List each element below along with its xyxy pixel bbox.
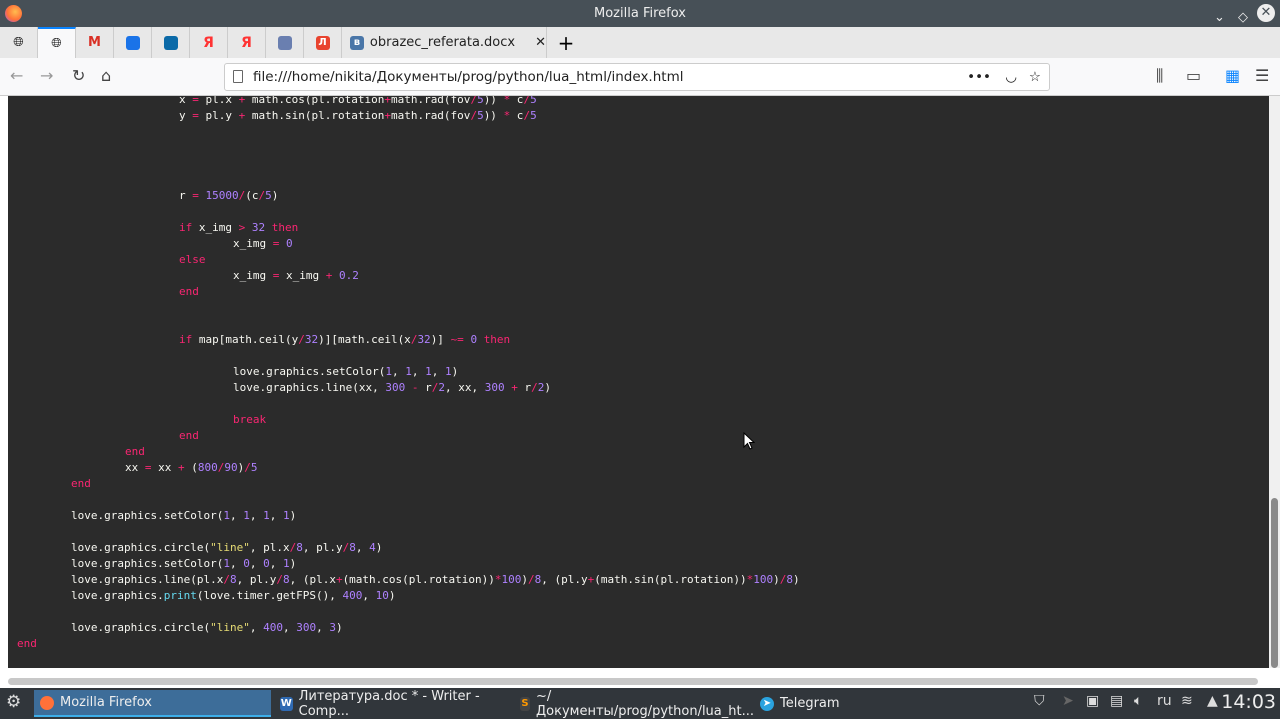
code-line: x = pl.x + math.cos(pl.rotation+math.rad… (179, 96, 537, 106)
tab-strip: 🌐︎ 🌐︎ M Я Я Л в obrazec_referata.docx ✕ … (0, 27, 1280, 58)
horizontal-scrollbar[interactable] (8, 678, 1258, 685)
code-line: love.graphics.setColor(1, 1, 1, 1) (71, 509, 297, 522)
code-line: love.graphics.line(pl.x/8, pl.y/8, (pl.x… (71, 573, 800, 586)
task-editor[interactable]: S ~/Документы/prog/python/lua_ht... (514, 688, 754, 719)
code-block: x = pl.x + math.cos(pl.rotation+math.rad… (8, 96, 1269, 668)
code-line: love.graphics.line(xx, 300 - r/2, xx, 30… (233, 381, 551, 394)
yandex-icon: Я (203, 34, 214, 51)
code-line: if map[math.ceil(y/32)][math.ceil(x/32)]… (179, 333, 511, 346)
tab-globe-1[interactable]: 🌐︎ (0, 27, 38, 58)
vk-icon: в (350, 35, 364, 50)
task-firefox[interactable]: Mozilla Firefox (34, 690, 271, 717)
code-line: end (17, 637, 37, 650)
page-icon (233, 70, 243, 83)
code-line: end (179, 429, 199, 442)
code-line: love.graphics.circle("line", 400, 300, 3… (71, 621, 343, 634)
clipboard-icon[interactable]: ▣ (1086, 693, 1099, 709)
code-line: break (233, 413, 267, 426)
gmail-icon: M (88, 34, 101, 50)
code-line: end (179, 285, 199, 298)
task-telegram[interactable]: ➤ Telegram (754, 690, 962, 717)
task-writer[interactable]: W Литература.doc * - Writer - Comp... (274, 688, 511, 719)
more-icon[interactable]: ••• (967, 64, 991, 90)
code-line: love.graphics.setColor(1, 0, 0, 1) (71, 557, 297, 570)
tab-person[interactable] (266, 27, 304, 58)
new-tab-button[interactable]: + (547, 27, 585, 58)
navigation-bar: ← → ↻ ⌂ file:///home/nikita/Документы/pr… (0, 58, 1280, 96)
url-bar[interactable]: file:///home/nikita/Документы/prog/pytho… (224, 63, 1050, 91)
code-line: love.graphics.setColor(1, 1, 1, 1) (233, 365, 459, 378)
code-line: x_img = 0 (233, 237, 293, 250)
globe-icon: 🌐︎ (13, 35, 24, 50)
task-label: Telegram (780, 696, 840, 711)
task-label: Mozilla Firefox (60, 695, 152, 710)
yandex-icon: Я (241, 34, 252, 51)
task-label: Литература.doc * - Writer - Comp... (298, 688, 480, 719)
code-line: else (179, 253, 206, 266)
tab-obrazec[interactable]: в obrazec_referata.docx ✕ (342, 27, 547, 58)
clock[interactable]: 14:03 (1221, 691, 1276, 713)
scrollbar-thumb[interactable] (1271, 498, 1278, 668)
url-text: file:///home/nikita/Документы/prog/pytho… (253, 69, 684, 85)
pocket-icon[interactable]: ◡ (1005, 64, 1017, 90)
code-line: end (125, 445, 145, 458)
tab-yandex-2[interactable]: Я (228, 27, 266, 58)
code-line: end (71, 477, 91, 490)
taskbar: ⚙ Mozilla Firefox W Литература.doc * - Wr… (0, 688, 1280, 719)
app-launcher-icon[interactable]: ⚙ (6, 692, 21, 712)
telegram-tray-icon[interactable]: ➤ (1062, 693, 1074, 709)
tab-yandex-1[interactable]: Я (190, 27, 228, 58)
bookmark-star-icon[interactable]: ☆ (1029, 64, 1041, 90)
chat-icon (125, 35, 140, 50)
task-label: ~/Документы/prog/python/lua_ht... (536, 688, 754, 719)
sidebar-icon[interactable]: ▭ (1186, 66, 1201, 85)
menu-icon[interactable]: ☰ (1255, 66, 1269, 85)
code-line: if x_img > 32 then (179, 221, 299, 234)
code-line: love.graphics.print(love.timer.getFPS(),… (71, 589, 396, 602)
writer-icon: W (280, 696, 293, 711)
tab-l[interactable]: Л (304, 27, 342, 58)
tab-globe-active[interactable]: 🌐︎ (38, 27, 76, 58)
notes-icon[interactable]: ▤ (1110, 693, 1123, 709)
back-icon[interactable]: ← (10, 66, 23, 85)
close-window-icon[interactable]: ✕ (1257, 4, 1275, 22)
code-line: r = 15000/(c/5) (179, 189, 279, 202)
library-icon[interactable]: ⫼ (1156, 66, 1163, 86)
code-line: love.graphics.circle("line", pl.x/8, pl.… (71, 541, 383, 554)
telegram-icon: ➤ (760, 696, 774, 711)
l-icon: Л (315, 35, 330, 50)
firefox-icon (40, 695, 54, 710)
tray-expand-icon[interactable]: ▲ (1207, 693, 1218, 709)
keyboard-layout[interactable]: ru (1157, 693, 1172, 709)
firefox-logo-icon (5, 5, 22, 22)
tab-app[interactable] (152, 27, 190, 58)
close-tab-icon[interactable]: ✕ (535, 35, 546, 50)
forward-icon[interactable]: → (40, 66, 53, 85)
extension-icon[interactable]: ▦ (1225, 66, 1240, 85)
vertical-scrollbar[interactable] (1269, 96, 1280, 668)
tab-title: obrazec_referata.docx (369, 35, 516, 50)
code-line: x_img = x_img + 0.2 (233, 269, 359, 282)
tab-gmail[interactable]: M (76, 27, 114, 58)
code-line: xx = xx + (800/90)/5 (125, 461, 258, 474)
sublime-icon: S (520, 696, 531, 711)
person-icon (277, 35, 292, 50)
shield-icon[interactable]: ⛉ (1034, 693, 1045, 709)
page-content: x = pl.x + math.cos(pl.rotation+math.rad… (0, 96, 1280, 688)
volume-muted-icon[interactable]: 🔈︎ (1134, 693, 1142, 709)
home-icon[interactable]: ⌂ (101, 66, 111, 85)
app-icon (163, 35, 178, 50)
window-title: Mozilla Firefox (594, 6, 686, 21)
globe-icon: 🌐︎ (51, 36, 62, 51)
tab-chat[interactable] (114, 27, 152, 58)
reload-icon[interactable]: ↻ (72, 66, 85, 85)
wifi-icon[interactable]: ≋ (1181, 693, 1193, 709)
code-line: y = pl.y + math.sin(pl.rotation+math.rad… (179, 109, 537, 122)
window-titlebar: Mozilla Firefox ⌄ ◇ ✕ (0, 0, 1280, 27)
